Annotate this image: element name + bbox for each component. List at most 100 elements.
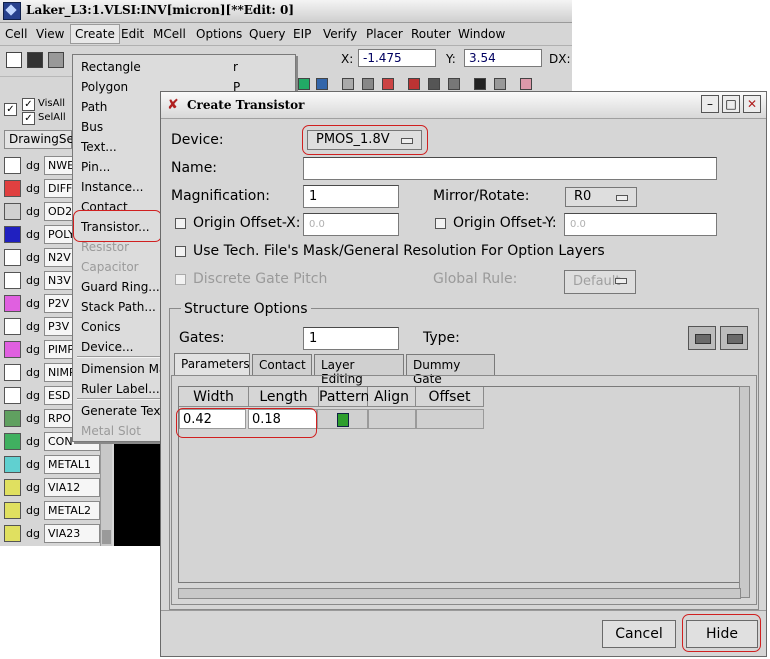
use-tech-checkbox[interactable] xyxy=(175,246,186,257)
measure-icon[interactable] xyxy=(428,78,440,90)
vis-master-checkbox[interactable]: ✓ xyxy=(4,103,17,116)
print-icon[interactable] xyxy=(48,52,64,68)
menu-create[interactable]: Create xyxy=(70,24,120,44)
menu-item-metal-slot[interactable]: Metal Slot xyxy=(81,424,141,438)
type-single-icon[interactable] xyxy=(688,326,716,350)
tab-parameters[interactable]: Parameters xyxy=(174,353,250,375)
layer-swatch[interactable] xyxy=(4,318,21,335)
layer-swatch[interactable] xyxy=(4,180,21,197)
menu-item-instance[interactable]: Instance... xyxy=(81,180,143,194)
table-vertical-scrollbar[interactable] xyxy=(739,386,750,598)
ruler-icon[interactable] xyxy=(448,78,460,90)
origin-x-input[interactable]: 0.0 xyxy=(303,213,399,236)
cancel-button[interactable]: Cancel xyxy=(602,620,676,648)
layout-canvas[interactable] xyxy=(114,440,162,546)
menu-item-text[interactable]: Text... xyxy=(81,140,117,154)
menu-verify[interactable]: Verify xyxy=(323,27,357,41)
layer-swatch[interactable] xyxy=(4,456,21,473)
close-icon[interactable]: ✕ xyxy=(743,95,761,113)
menu-view[interactable]: View xyxy=(36,27,64,41)
maximize-icon[interactable]: □ xyxy=(722,95,740,113)
menu-item-guard-ring[interactable]: Guard Ring... xyxy=(81,280,160,294)
discrete-gate-checkbox[interactable] xyxy=(175,274,186,285)
layer-swatch[interactable] xyxy=(4,295,21,312)
move-icon[interactable] xyxy=(316,78,328,90)
layer-name-button[interactable]: METAL2 xyxy=(44,501,100,520)
menu-item-pin[interactable]: Pin... xyxy=(81,160,110,174)
layer-name-button[interactable]: METAL1 xyxy=(44,455,100,474)
pencil-icon[interactable] xyxy=(408,78,420,90)
highlight-icon[interactable] xyxy=(520,78,532,90)
layer-name-button[interactable]: VIA12 xyxy=(44,478,100,497)
layer-swatch[interactable] xyxy=(4,226,21,243)
menu-item-path[interactable]: Path xyxy=(81,100,107,114)
layer-scrollbar-thumb[interactable] xyxy=(102,530,111,544)
layer-swatch[interactable] xyxy=(4,525,21,542)
menu-item-ruler-label[interactable]: Ruler Label... xyxy=(81,382,160,396)
column-header-width[interactable]: Width xyxy=(179,387,249,407)
selall-checkbox[interactable]: ✓ xyxy=(22,112,35,125)
menu-router[interactable]: Router xyxy=(411,27,451,41)
column-header-align[interactable]: Align xyxy=(368,387,416,407)
pattern-cell[interactable] xyxy=(317,409,368,429)
origin-y-checkbox[interactable] xyxy=(435,218,446,229)
mirror-rotate-select[interactable]: R0 xyxy=(565,187,637,207)
menu-placer[interactable]: Placer xyxy=(366,27,403,41)
magnification-input[interactable]: 1 xyxy=(303,185,399,208)
menu-item-conics[interactable]: Conics xyxy=(81,320,121,334)
layer-swatch[interactable] xyxy=(4,341,21,358)
menu-item-resistor[interactable]: Resistor xyxy=(81,240,129,254)
column-header-length[interactable]: Length xyxy=(249,387,319,407)
layer-swatch[interactable] xyxy=(4,272,21,289)
origin-y-input[interactable]: 0.0 xyxy=(564,213,717,236)
column-header-pattern[interactable]: Pattern xyxy=(319,387,369,407)
menu-item-rectangle[interactable]: Rectangle xyxy=(81,60,141,74)
layer-swatch[interactable] xyxy=(4,203,21,220)
menu-item-device[interactable]: Device... xyxy=(81,340,133,354)
menu-cell[interactable]: Cell xyxy=(5,27,27,41)
align-cell[interactable] xyxy=(368,409,416,429)
menu-item-stack-path[interactable]: Stack Path... xyxy=(81,300,156,314)
gates-input[interactable]: 1 xyxy=(303,327,399,350)
menu-window[interactable]: Window xyxy=(458,27,505,41)
table-horizontal-scrollbar[interactable] xyxy=(178,588,741,599)
menu-item-polygon[interactable]: Polygon xyxy=(81,80,128,94)
tab-layer-editing[interactable]: Layer Editing xyxy=(314,354,404,386)
layer-swatch[interactable] xyxy=(4,410,21,427)
layer-swatch[interactable] xyxy=(4,433,21,450)
rotate-icon[interactable] xyxy=(382,78,394,90)
visall-checkbox[interactable]: ✓ xyxy=(22,98,35,111)
align-icon[interactable] xyxy=(342,78,354,90)
new-file-icon[interactable] xyxy=(6,52,22,68)
menu-edit[interactable]: Edit xyxy=(121,27,144,41)
name-input[interactable] xyxy=(303,157,717,180)
layer-swatch[interactable] xyxy=(4,157,21,174)
flip-icon[interactable] xyxy=(362,78,374,90)
grid-icon[interactable] xyxy=(494,78,506,90)
binoculars-icon[interactable] xyxy=(474,78,486,90)
menu-options[interactable]: Options xyxy=(196,27,242,41)
select-icon[interactable] xyxy=(298,78,310,90)
global-rule-select[interactable]: Default xyxy=(564,270,636,294)
origin-x-checkbox[interactable] xyxy=(175,218,186,229)
menu-mcell[interactable]: MCell xyxy=(153,27,186,41)
menu-item-capacitor[interactable]: Capacitor xyxy=(81,260,139,274)
layer-swatch[interactable] xyxy=(4,249,21,266)
layer-swatch[interactable] xyxy=(4,502,21,519)
menu-eip[interactable]: EIP xyxy=(293,27,311,41)
menu-item-dimension-ma[interactable]: Dimension Ma xyxy=(81,362,166,376)
minimize-icon[interactable]: – xyxy=(701,95,719,113)
drawing-set-button[interactable]: DrawingSe xyxy=(4,130,74,149)
tab-dummy-gate[interactable]: Dummy Gate xyxy=(406,354,495,386)
menu-query[interactable]: Query xyxy=(249,27,285,41)
layer-swatch[interactable] xyxy=(4,364,21,381)
type-multi-icon[interactable] xyxy=(720,326,748,350)
tab-contact[interactable]: Contact xyxy=(252,354,312,375)
column-header-offset[interactable]: Offset xyxy=(416,387,484,407)
save-icon[interactable] xyxy=(27,52,43,68)
menu-item-bus[interactable]: Bus xyxy=(81,120,103,134)
layer-swatch[interactable] xyxy=(4,387,21,404)
layer-name-button[interactable]: VIA23 xyxy=(44,524,100,543)
offset-cell[interactable] xyxy=(416,409,484,429)
layer-swatch[interactable] xyxy=(4,479,21,496)
